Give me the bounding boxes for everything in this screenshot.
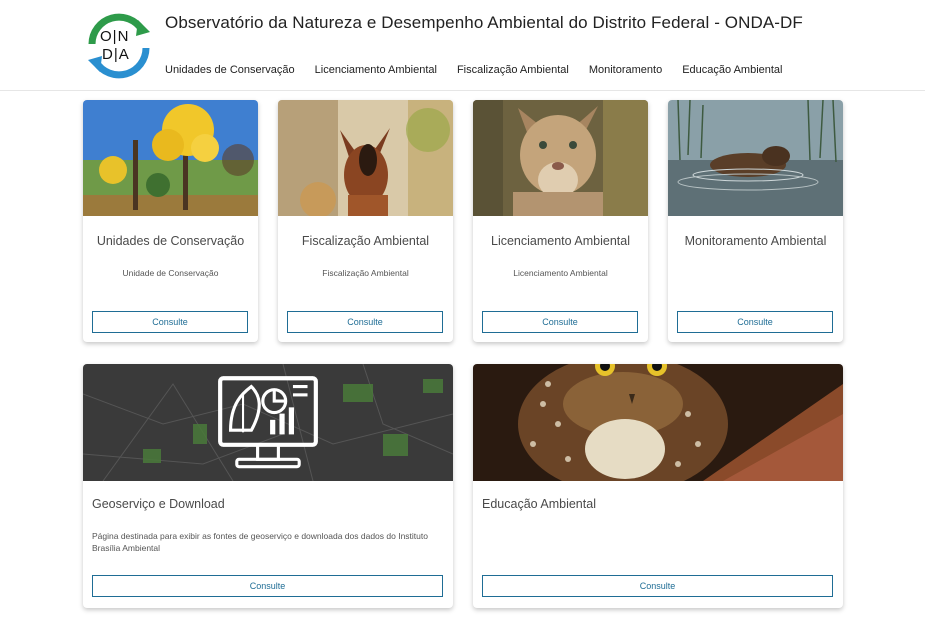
site-header: O|N D|A Observatório da Natureza e Desem… bbox=[0, 0, 925, 91]
card-subtitle: Licenciamento Ambiental bbox=[513, 268, 608, 278]
card-title: Fiscalização Ambiental bbox=[301, 234, 430, 248]
consulte-button[interactable]: Consulte bbox=[677, 311, 833, 333]
card-unidades-conservacao: Unidades de Conservação Unidade de Conse… bbox=[83, 100, 258, 342]
nav-monitoramento[interactable]: Monitoramento bbox=[589, 64, 662, 76]
consulte-button[interactable]: Consulte bbox=[482, 575, 833, 597]
card-title: Unidades de Conservação bbox=[96, 234, 245, 248]
card-licenciamento-ambiental: Licenciamento Ambiental Licenciamento Am… bbox=[473, 100, 648, 342]
card-geoservico-download: Geoserviço e Download Página destinada p… bbox=[83, 364, 453, 608]
monitor-analytics-icon bbox=[218, 376, 318, 469]
card-title: Licenciamento Ambiental bbox=[491, 234, 630, 248]
card-title: Educação Ambiental bbox=[482, 497, 596, 511]
logo-text-top: O|N bbox=[100, 28, 130, 45]
owl-photo bbox=[473, 364, 843, 481]
maned-wolf-photo bbox=[278, 100, 453, 216]
nav-fiscalizacao-ambiental[interactable]: Fiscalização Ambiental bbox=[457, 64, 569, 76]
card-title: Monitoramento Ambiental bbox=[684, 234, 827, 248]
card-fiscalizacao-ambiental: Fiscalização Ambiental Fiscalização Ambi… bbox=[278, 100, 453, 342]
map-monitor-icon-image bbox=[83, 364, 453, 481]
card-subtitle: Unidade de Conservação bbox=[122, 268, 219, 278]
nav-licenciamento-ambiental[interactable]: Licenciamento Ambiental bbox=[315, 64, 437, 76]
site-title: Observatório da Natureza e Desempenho Am… bbox=[165, 13, 803, 32]
main-nav: Unidades de Conservação Licenciamento Am… bbox=[165, 64, 803, 76]
nav-educacao-ambiental[interactable]: Educação Ambiental bbox=[682, 64, 782, 76]
puma-photo bbox=[473, 100, 648, 216]
ipe-tree-photo bbox=[83, 100, 258, 216]
logo-text-bottom: D|A bbox=[102, 46, 130, 63]
capybara-water-photo bbox=[668, 100, 843, 216]
onda-logo[interactable]: O|N D|A bbox=[84, 10, 154, 82]
card-educacao-ambiental: Educação Ambiental Consulte bbox=[473, 364, 843, 608]
consulte-button[interactable]: Consulte bbox=[287, 311, 443, 333]
consulte-button[interactable]: Consulte bbox=[92, 311, 248, 333]
consulte-button[interactable]: Consulte bbox=[482, 311, 638, 333]
nav-unidades-conservacao[interactable]: Unidades de Conservação bbox=[165, 64, 295, 76]
card-description: Página destinada para exibir as fontes d… bbox=[92, 531, 428, 553]
card-title: Geoserviço e Download bbox=[92, 497, 225, 511]
card-monitoramento-ambiental: Monitoramento Ambiental Consulte bbox=[668, 100, 843, 342]
card-subtitle: Fiscalização Ambiental bbox=[322, 268, 409, 278]
consulte-button[interactable]: Consulte bbox=[92, 575, 443, 597]
